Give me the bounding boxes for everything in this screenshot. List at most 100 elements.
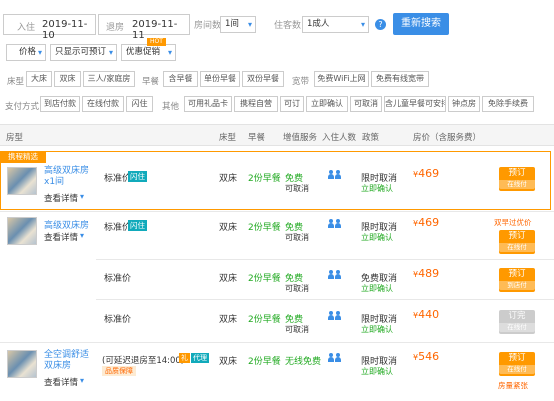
room-name-link[interactable]: 高级双床房x1间 [44,166,94,188]
bed-type: 双床 [219,174,238,184]
chevron-down-icon: ▾ [360,20,365,29]
rooms-value: 1间 [225,19,239,29]
guests-select[interactable]: 1成人 ▾ [302,16,369,33]
flash-stay-badge: 闪住 [128,220,147,231]
filter-bookable[interactable]: 可订 [280,96,304,112]
room-details-link[interactable]: 查看详情 [44,192,78,204]
room-price: ¥469 [413,167,440,180]
price-value: 469 [418,216,440,229]
sort-price-label: 价格 [19,47,37,57]
search-button[interactable]: 重新搜索 [393,13,449,35]
header-extras: 增值服务 [283,133,318,143]
chevron-down-icon: ▾ [167,48,172,57]
chevron-down-icon: ▾ [108,48,113,57]
hot-badge: HOT [147,38,166,46]
price-value: 489 [418,267,440,280]
sort-price-dropdown[interactable]: 价格 ▾ [6,44,46,61]
policy-confirm: 立即确认 [361,367,393,376]
book-label: 预订 [508,269,526,279]
only-available-dropdown[interactable]: 只显示可预订 ▾ [50,44,117,61]
occupancy-icon [328,311,342,323]
occupancy-icon [328,270,342,282]
flash-stay-badge: 闪住 [128,171,147,182]
room-price: ¥489 [413,267,440,280]
extra-cancelable: 可取消 [285,284,309,293]
filter-pay-hotel[interactable]: 到店付款 [40,96,80,112]
extra-cancelable: 可取消 [285,184,309,193]
only-available-label: 只显示可预订 [55,47,107,57]
bed-type: 双床 [219,223,238,233]
filter-hourly-room[interactable]: 钟点房 [448,96,480,112]
room-name-link[interactable]: 高级双床房 [44,218,89,231]
book-sub: 在线付 [499,180,535,189]
chevron-down-icon: ▾ [37,48,42,57]
rooms-label: 房间数 [194,21,222,31]
header-price: 房价（含服务费） [413,133,482,143]
book-label: 预订 [508,353,526,363]
filter-no-fee[interactable]: 免除手续费 [482,96,534,112]
breakfast-value: 2份早餐 [248,223,281,233]
filter-cancelable[interactable]: 可取消 [350,96,382,112]
filter-breakfast-double[interactable]: 双份早餐 [242,71,284,87]
preferential-dropdown[interactable]: 优惠促销 ▾ [121,44,176,61]
book-button[interactable]: 预订 在线付 [499,230,535,254]
help-icon[interactable]: ? [375,19,386,30]
breakfast-value: 2份早餐 [248,274,281,284]
room-thumbnail[interactable] [7,217,37,245]
row-divider [0,342,554,343]
book-button[interactable]: 预订 到店付 [499,268,535,292]
filter-bed-family[interactable]: 三人/家庭房 [83,71,135,87]
book-sub: 在线付 [499,365,535,374]
breakfast-value: 2份早餐 [248,357,281,367]
room-thumbnail[interactable] [7,167,37,195]
filter-pay-online[interactable]: 在线付款 [82,96,124,112]
room-price: ¥469 [413,216,440,229]
row-divider [96,299,554,300]
filter-gift-card[interactable]: 可用礼品卡 [184,96,232,112]
pay-filter-label: 支付方式 [5,102,40,112]
guests-value: 1成人 [307,19,330,29]
quality-badge: 品质保障 [102,366,136,376]
room-details-link[interactable]: 查看详情 [44,231,78,243]
bed-type: 双床 [219,274,238,284]
filter-instant-confirm[interactable]: 立即确认 [306,96,348,112]
checkout-label: 退房 [106,23,125,33]
rate-plan-label: 标准价 [104,315,132,325]
policy-confirm: 立即确认 [361,233,393,242]
room-details-link[interactable]: 查看详情 [44,376,78,388]
promo-badge: 携程精选 [0,151,46,163]
rooms-select[interactable]: 1间 ▾ [220,16,256,33]
filter-wifi-free[interactable]: 免费WiFi上网 [314,71,369,87]
header-room: 房型 [6,133,24,143]
book-sub: 在线付 [499,243,535,252]
breakfast-value: 2份早餐 [248,174,281,184]
filter-bed-double[interactable]: 大床 [26,71,52,87]
book-button[interactable]: 预订 在线付 [499,167,535,191]
header-breakfast: 早餐 [248,133,266,143]
filter-self-operated[interactable]: 携程自营 [234,96,278,112]
filter-bed-twin[interactable]: 双床 [54,71,81,87]
price-value: 546 [418,350,440,363]
row-divider [0,211,554,212]
filter-wired-free[interactable]: 免费有线宽带 [371,71,429,87]
price-note: 双早过优价 [494,218,532,227]
extra-wifi-free: 无线免费 [285,357,322,367]
room-name-link[interactable]: 全空调舒适双床房 [44,350,96,372]
filter-breakfast-included[interactable]: 含早餐 [163,71,198,87]
rate-plan-label: 标准价 [104,223,132,233]
filter-child-breakfast[interactable]: 含儿童早餐可安排 [384,96,446,112]
sold-out-button: 订完 在线付 [499,310,535,334]
extra-cancelable: 可取消 [285,325,309,334]
filter-pay-flash[interactable]: 闪住 [126,96,153,112]
filter-breakfast-single[interactable]: 单份早餐 [200,71,240,87]
book-button[interactable]: 预订 在线付 [499,352,535,376]
rate-plan-label: 标准价 [104,274,132,284]
low-inventory-note: 房量紧张 [498,381,528,390]
guests-label: 住客数 [274,21,302,31]
checkout-field[interactable]: 退房 2019-11-11 [98,14,190,41]
room-thumbnail[interactable] [7,350,37,378]
bed-type: 双床 [219,315,238,325]
bed-filter-label: 床型 [7,77,25,87]
checkin-field[interactable]: 入住 2019-11-10 [3,14,96,41]
book-sub: 在线付 [499,323,535,332]
